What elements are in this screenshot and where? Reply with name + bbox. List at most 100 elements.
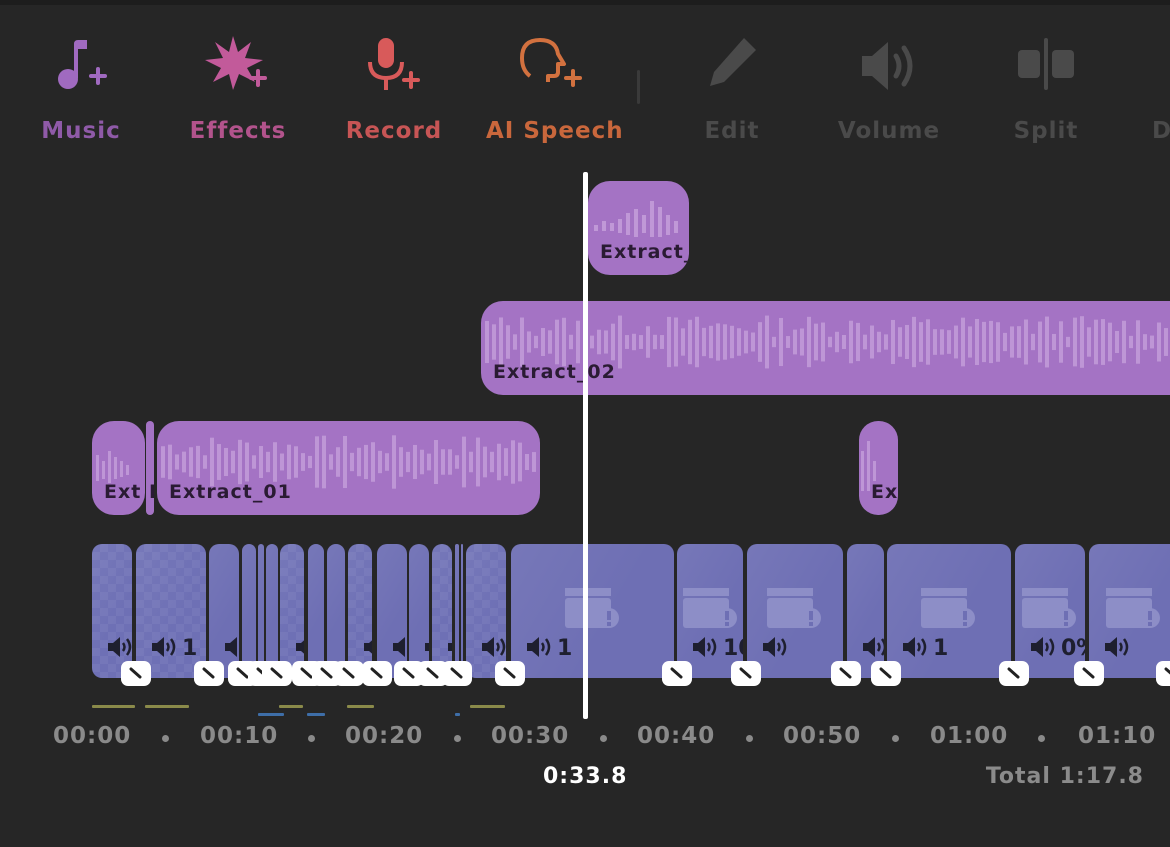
split-button[interactable]: Split — [981, 30, 1111, 155]
ai-speech-button[interactable]: AI Speech — [486, 30, 623, 155]
transition-button[interactable] — [831, 661, 861, 686]
transition-button[interactable] — [194, 661, 224, 686]
ruler-label: 01:00 — [930, 723, 1009, 749]
transition-button[interactable] — [334, 661, 364, 686]
waveform-bar — [604, 330, 608, 354]
transition-button[interactable] — [1074, 661, 1104, 686]
video-clip[interactable] — [209, 544, 239, 678]
audio-clip-ex[interactable]: Ex — [859, 421, 898, 515]
clip-volume — [362, 636, 372, 661]
video-clip[interactable]: 100% — [847, 544, 884, 678]
waveform-bar — [632, 333, 636, 351]
clip-volume — [423, 636, 429, 661]
clapperboard-icon — [683, 588, 737, 628]
transition-button[interactable] — [999, 661, 1029, 686]
waveform-bar — [919, 322, 923, 362]
waveform-bar — [448, 449, 452, 475]
transition-button[interactable] — [121, 661, 151, 686]
transition-button[interactable] — [262, 661, 292, 686]
waveform-bar — [905, 324, 909, 360]
waveform-bar — [975, 318, 979, 366]
video-clip[interactable] — [409, 544, 429, 678]
video-clip[interactable]: 100 — [677, 544, 743, 678]
clapperboard-icon — [767, 588, 821, 628]
waveform-bar — [688, 319, 692, 365]
video-clip[interactable] — [258, 544, 264, 678]
waveform-bar — [758, 322, 762, 362]
effects-label: Effects — [189, 118, 287, 144]
clapperboard-icon — [1022, 588, 1076, 628]
waveform-bar — [716, 323, 720, 361]
speaker-icon — [425, 643, 429, 651]
video-clip[interactable] — [266, 544, 278, 678]
video-clip[interactable] — [308, 544, 324, 678]
audio-clip-label: Ex — [871, 481, 898, 503]
audio-clip-e[interactable]: E — [146, 421, 154, 515]
transition-icon — [1007, 667, 1020, 679]
waveform-bar — [590, 335, 594, 349]
video-clip[interactable]: 1 — [511, 544, 674, 678]
audio-clip-extract-top[interactable]: Extract_ — [588, 181, 689, 275]
waveform-bar — [835, 331, 839, 353]
waveform-bar — [371, 442, 375, 482]
video-clip[interactable]: 0% — [1015, 544, 1085, 678]
waveform-bar — [1115, 330, 1119, 354]
video-clip[interactable] — [1089, 544, 1170, 678]
edit-button[interactable]: Edit — [667, 30, 797, 155]
waveform-bar — [469, 451, 473, 473]
waveform-bar — [287, 444, 291, 480]
waveform-bar — [569, 334, 573, 350]
playhead[interactable] — [583, 172, 588, 719]
waveform-bar — [562, 317, 566, 367]
ruler-dot — [892, 735, 899, 742]
effects-button[interactable]: Effects — [173, 30, 303, 155]
waveform-bar — [499, 317, 503, 367]
audio-clip-extract-01[interactable]: Extract_01 — [157, 421, 540, 515]
video-clip[interactable] — [92, 544, 132, 678]
waveform-bar — [175, 454, 179, 470]
cut-off-button[interactable]: D — [1138, 30, 1170, 155]
transition-button[interactable] — [495, 661, 525, 686]
video-clip[interactable]: 1 — [136, 544, 206, 678]
transition-button[interactable] — [362, 661, 392, 686]
video-clip[interactable] — [280, 544, 304, 678]
video-clip[interactable] — [348, 544, 372, 678]
video-clip[interactable] — [242, 544, 256, 678]
clip-volume — [1103, 636, 1135, 661]
current-time: 0:33.8 — [543, 764, 628, 789]
video-clip[interactable] — [432, 544, 452, 678]
transition-button[interactable] — [1156, 661, 1170, 686]
speaker-icon — [693, 637, 717, 657]
waveform-bar — [441, 449, 445, 475]
waveform-bar — [856, 322, 860, 362]
waveform-bar — [800, 328, 804, 356]
audio-clip-label: Extract_ — [600, 241, 689, 263]
waveform-bar — [1143, 334, 1147, 350]
waveform-bar — [392, 435, 396, 489]
video-clip[interactable] — [747, 544, 843, 678]
transition-icon — [402, 667, 415, 679]
transition-button[interactable] — [731, 661, 761, 686]
waveform-bar — [485, 320, 489, 364]
cut-off-label: D — [1152, 118, 1170, 144]
transition-icon — [1082, 667, 1095, 679]
waveform-bar — [1122, 320, 1126, 364]
audio-clip-ext[interactable]: Ext — [92, 421, 145, 515]
volume-button[interactable]: Volume — [824, 30, 954, 155]
video-clip[interactable]: 1 — [887, 544, 1011, 678]
waveform-bar — [821, 322, 825, 362]
music-button[interactable]: Music — [16, 30, 146, 155]
video-clip[interactable] — [461, 544, 463, 678]
waveform-bar — [723, 324, 727, 360]
transition-button[interactable] — [662, 661, 692, 686]
waveform-bar — [525, 454, 529, 470]
video-clip[interactable] — [377, 544, 407, 678]
waveform-bar — [611, 323, 615, 361]
video-clip[interactable] — [327, 544, 345, 678]
ruler-label: 00:50 — [783, 723, 862, 749]
record-button[interactable]: Record — [329, 30, 459, 155]
transition-button[interactable] — [871, 661, 901, 686]
video-clip[interactable] — [455, 544, 459, 678]
transition-button[interactable] — [442, 661, 472, 686]
video-clip[interactable] — [466, 544, 506, 678]
